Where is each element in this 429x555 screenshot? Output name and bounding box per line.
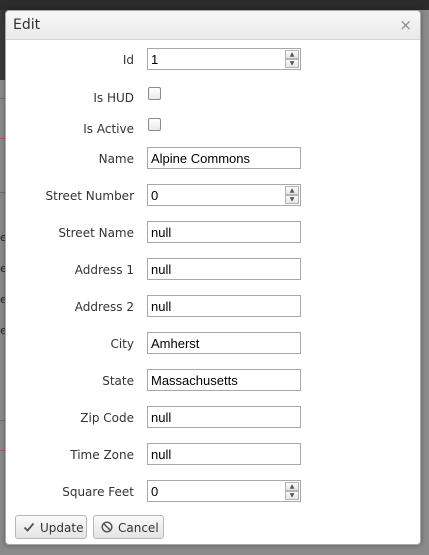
increment-arrow-icon[interactable]: ▲ — [285, 50, 299, 59]
id-spinner: ▲ ▼ — [285, 50, 299, 68]
field-row-city: City Amherst — [6, 332, 420, 356]
cancel-button-label: Cancel — [118, 521, 159, 535]
field-row-state: State Massachusetts — [6, 369, 420, 393]
square-feet-label: Square Feet — [62, 485, 134, 499]
zip-code-input[interactable]: null — [147, 406, 301, 428]
street-number-label: Street Number — [45, 189, 134, 203]
name-input[interactable]: Alpine Commons — [147, 147, 301, 169]
square-feet-spinner: ▲ ▼ — [285, 482, 299, 500]
field-row-address-2: Address 2 null — [6, 295, 420, 319]
decrement-arrow-icon[interactable]: ▼ — [285, 195, 299, 204]
increment-arrow-icon[interactable]: ▲ — [285, 186, 299, 195]
increment-arrow-icon[interactable]: ▲ — [285, 482, 299, 491]
is-hud-checkbox[interactable] — [148, 87, 161, 100]
square-feet-numeric-input[interactable]: 0 ▲ ▼ — [147, 480, 301, 502]
update-button[interactable]: Update — [15, 515, 87, 539]
street-name-input[interactable]: null — [147, 221, 301, 243]
decrement-arrow-icon[interactable]: ▼ — [285, 491, 299, 500]
is-hud-label: Is HUD — [93, 91, 134, 105]
square-feet-value: 0 — [151, 484, 159, 499]
address-1-input[interactable]: null — [147, 258, 301, 280]
id-value: 1 — [151, 52, 159, 67]
is-active-label: Is Active — [83, 122, 134, 136]
id-numeric-input[interactable]: 1 ▲ ▼ — [147, 48, 301, 70]
time-zone-input[interactable]: null — [147, 443, 301, 465]
street-number-numeric-input[interactable]: 0 ▲ ▼ — [147, 184, 301, 206]
dialog-title: Edit — [13, 17, 41, 33]
decrement-arrow-icon[interactable]: ▼ — [285, 59, 299, 68]
cancel-button[interactable]: Cancel — [93, 515, 164, 539]
street-number-spinner: ▲ ▼ — [285, 186, 299, 204]
dialog-titlebar[interactable]: Edit × — [6, 11, 420, 40]
close-icon[interactable]: × — [399, 16, 412, 34]
address-2-input[interactable]: null — [147, 295, 301, 317]
field-row-is-hud: Is HUD — [6, 86, 420, 110]
field-row-square-feet: Square Feet 0 ▲ ▼ — [6, 480, 420, 504]
is-active-checkbox[interactable] — [148, 118, 161, 131]
update-button-label: Update — [40, 521, 84, 535]
address-2-label: Address 2 — [74, 300, 134, 314]
address-1-label: Address 1 — [74, 263, 134, 277]
state-label: State — [102, 374, 134, 388]
zip-code-label: Zip Code — [80, 411, 134, 425]
app-top-bar — [0, 0, 429, 10]
street-number-value: 0 — [151, 188, 159, 203]
field-row-time-zone: Time Zone null — [6, 443, 420, 467]
street-name-label: Street Name — [58, 226, 134, 240]
edit-dialog: Edit × Id 1 ▲ ▼ Is HUD Is Active Name Al… — [5, 10, 421, 545]
city-input[interactable]: Amherst — [147, 332, 301, 354]
cancel-icon — [101, 521, 113, 533]
id-label: Id — [122, 53, 134, 67]
state-input[interactable]: Massachusetts — [147, 369, 301, 391]
field-row-street-name: Street Name null — [6, 221, 420, 245]
field-row-zip-code: Zip Code null — [6, 406, 420, 430]
field-row-name: Name Alpine Commons — [6, 147, 420, 171]
name-label: Name — [98, 152, 134, 166]
field-row-street-number: Street Number 0 ▲ ▼ — [6, 184, 420, 208]
city-label: City — [110, 337, 134, 351]
field-row-is-active: Is Active — [6, 117, 420, 141]
check-icon — [23, 522, 35, 532]
time-zone-label: Time Zone — [70, 448, 134, 462]
field-row-id: Id 1 ▲ ▼ — [6, 48, 420, 72]
field-row-address-1: Address 1 null — [6, 258, 420, 282]
